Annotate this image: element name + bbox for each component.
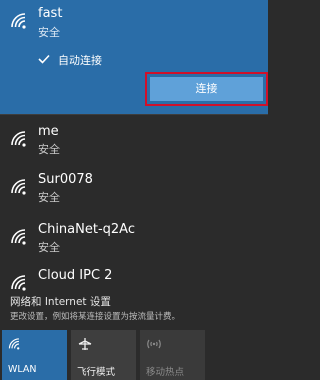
- network-name: fast: [38, 6, 63, 21]
- network-list-item[interactable]: Sur0078 安全: [0, 166, 268, 206]
- wifi-flyout: fast 安全 自动连接 连接 me 安全 Sur0078 安全 ChinaNe…: [0, 0, 268, 380]
- auto-connect-checkbox[interactable]: 自动连接: [38, 52, 158, 68]
- mobile-hotspot-toggle[interactable]: 移动热点: [140, 330, 205, 380]
- quick-actions: WLAN 飞行模式 移动热点: [0, 330, 268, 380]
- network-name: ChinaNet-q2Ac: [38, 222, 135, 237]
- connect-button[interactable]: 连接: [150, 77, 263, 101]
- wifi-icon: [11, 229, 26, 245]
- auto-connect-label: 自动连接: [58, 54, 102, 67]
- network-security-status: 安全: [38, 191, 60, 204]
- network-name: Cloud IPC 2: [38, 268, 113, 283]
- network-settings-link[interactable]: 网络和 Internet 设置: [10, 294, 111, 309]
- wifi-icon: [11, 179, 26, 195]
- selected-network[interactable]: fast 安全 自动连接 连接: [0, 0, 268, 114]
- network-settings-description: 更改设置，例如将某连接设置为按流量计费。: [10, 312, 181, 322]
- wifi-icon: [8, 338, 20, 350]
- network-list-item[interactable]: ChinaNet-q2Ac 安全: [0, 216, 268, 256]
- wlan-label: WLAN: [8, 364, 37, 375]
- connect-button-highlight: 连接: [145, 72, 268, 106]
- airplane-mode-toggle[interactable]: 飞行模式: [71, 330, 136, 380]
- wifi-icon: [11, 13, 26, 29]
- checkmark-icon: [38, 54, 50, 64]
- airplane-icon: [78, 338, 92, 350]
- network-security-status: 安全: [38, 143, 60, 156]
- wlan-toggle[interactable]: WLAN: [2, 330, 67, 380]
- divider: [0, 114, 268, 115]
- wifi-icon: [11, 131, 26, 147]
- selected-network-row[interactable]: fast 安全: [0, 0, 268, 42]
- mobile-hotspot-label: 移动热点: [146, 367, 185, 378]
- network-name: Sur0078: [38, 172, 93, 187]
- wifi-icon: [11, 275, 26, 291]
- network-security-status: 安全: [38, 26, 60, 39]
- network-name: me: [38, 124, 59, 139]
- hotspot-icon: [147, 339, 161, 349]
- network-security-status: 安全: [38, 241, 60, 254]
- airplane-mode-label: 飞行模式: [77, 367, 116, 378]
- network-list-item[interactable]: me 安全: [0, 118, 268, 158]
